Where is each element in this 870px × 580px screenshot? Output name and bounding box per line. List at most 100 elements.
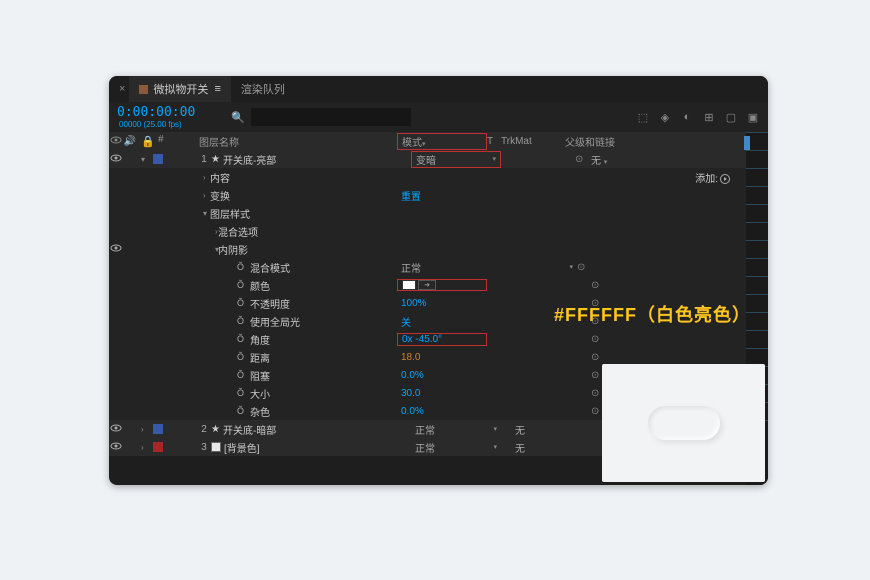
prop-value[interactable]: 18.0 bbox=[401, 352, 420, 363]
preview-button-shape bbox=[648, 406, 720, 440]
blend-mode-dropdown[interactable]: 变暗▾ bbox=[411, 151, 501, 168]
tab-render-queue[interactable]: 渲染队列 bbox=[231, 76, 295, 102]
prop-name: 角度 bbox=[250, 332, 270, 347]
graph-icon[interactable]: ⊞ bbox=[702, 110, 716, 124]
fx-visibility[interactable] bbox=[109, 243, 123, 256]
num-header: # bbox=[158, 134, 164, 148]
stopwatch-icon[interactable]: Ŏ bbox=[237, 370, 244, 380]
prop-value[interactable]: 30.0 bbox=[401, 388, 420, 399]
audio-header[interactable]: 🔊 bbox=[123, 136, 137, 147]
tab-label: 微拟物开关 bbox=[153, 81, 208, 97]
layer-name[interactable]: [背景色] bbox=[224, 440, 260, 455]
playhead-icon[interactable] bbox=[744, 136, 750, 150]
tab-label: 渲染队列 bbox=[241, 81, 285, 97]
prop-value[interactable]: 0.0% bbox=[401, 406, 424, 417]
innershadow-label: 内阴影 bbox=[218, 242, 248, 257]
expand-icon[interactable]: ▾ bbox=[141, 155, 151, 164]
eyedropper-icon[interactable]: ➜ bbox=[418, 280, 436, 290]
color-value[interactable]: ➜ bbox=[397, 279, 487, 291]
visibility-toggle[interactable] bbox=[109, 153, 123, 166]
mode-header[interactable]: 模式▾ bbox=[397, 133, 487, 150]
blendopts-label: 混合选项 bbox=[218, 224, 258, 239]
frame-blend-icon[interactable]: ◈ bbox=[658, 110, 672, 124]
stopwatch-icon[interactable]: Ŏ bbox=[237, 352, 244, 362]
motion-blur-icon[interactable]: ◐ bbox=[680, 110, 694, 124]
property-row: Ŏ 角度 0x -45.0° ⊙ bbox=[109, 330, 768, 348]
stopwatch-icon[interactable]: Ŏ bbox=[237, 406, 244, 416]
layer-number: 1 bbox=[197, 154, 211, 165]
stopwatch-icon[interactable]: Ŏ bbox=[237, 316, 244, 326]
close-icon[interactable]: × bbox=[109, 83, 129, 95]
reset-link[interactable]: 重置 bbox=[401, 188, 421, 203]
search-icon: 🔍 bbox=[231, 111, 245, 124]
expand-icon[interactable]: › bbox=[141, 425, 151, 434]
trkmat-dropdown[interactable]: 无 bbox=[515, 422, 575, 437]
stopwatch-icon[interactable]: Ŏ bbox=[237, 280, 244, 290]
pickwhip-icon[interactable]: ⊙ bbox=[591, 334, 605, 345]
label-color[interactable] bbox=[153, 154, 163, 164]
property-group[interactable]: ›混合选项 bbox=[109, 222, 768, 240]
pickwhip-icon[interactable]: ⊙ bbox=[591, 352, 605, 363]
visibility-header[interactable] bbox=[109, 135, 123, 148]
prop-name: 颜色 bbox=[250, 278, 270, 293]
parent-dropdown[interactable]: 无 ▾ bbox=[589, 152, 669, 167]
visibility-toggle[interactable] bbox=[109, 423, 123, 436]
pickwhip-icon[interactable]: ⊙ bbox=[577, 262, 591, 273]
annotation-text: #FFFFFF（白色亮色） bbox=[554, 301, 751, 327]
layerstyle-label: 图层样式 bbox=[210, 206, 250, 221]
prop-name: 混合模式 bbox=[250, 260, 290, 275]
property-group[interactable]: ▾图层样式 bbox=[109, 204, 768, 222]
name-header[interactable]: 图层名称 bbox=[197, 134, 397, 149]
property-group[interactable]: ›变换 重置 bbox=[109, 186, 768, 204]
preview-thumbnail bbox=[602, 364, 765, 482]
prop-name: 不透明度 bbox=[250, 296, 290, 311]
solid-icon bbox=[211, 442, 221, 452]
draft-icon[interactable]: ▢ bbox=[724, 110, 738, 124]
visibility-toggle[interactable] bbox=[109, 441, 123, 454]
tab-composition[interactable]: 微拟物开关 ≡ bbox=[129, 76, 230, 102]
lock-header[interactable]: 🔒 bbox=[141, 134, 155, 148]
property-group[interactable]: ▾内阴影 bbox=[109, 240, 768, 258]
search-input[interactable] bbox=[251, 108, 411, 126]
stopwatch-icon[interactable]: Ŏ bbox=[237, 334, 244, 344]
render-icon[interactable]: ▣ bbox=[746, 110, 760, 124]
prop-name: 阻塞 bbox=[250, 368, 270, 383]
prop-value[interactable]: 0.0% bbox=[401, 370, 424, 381]
prop-value[interactable]: 关 bbox=[401, 314, 411, 329]
prop-dropdown[interactable]: 正常▾ bbox=[397, 260, 577, 275]
transform-label: 变换 bbox=[210, 188, 230, 203]
layer-number: 2 bbox=[197, 424, 211, 435]
prop-name: 杂色 bbox=[250, 404, 270, 419]
parent-header: 父级和链接 bbox=[561, 134, 691, 149]
property-row: Ŏ 颜色 ➜ ⊙ bbox=[109, 276, 768, 294]
prop-value[interactable]: 100% bbox=[401, 298, 427, 309]
prop-name: 使用全局光 bbox=[250, 314, 300, 329]
layer-row[interactable]: ▾ 1 ★开关底-亮部 变暗▾ ⊙ 无 ▾ bbox=[109, 150, 768, 168]
prop-name: 大小 bbox=[250, 386, 270, 401]
add-control[interactable]: 添加: bbox=[695, 170, 730, 185]
contents-label: 内容 bbox=[210, 170, 230, 185]
layer-name[interactable]: 开关底-亮部 bbox=[223, 152, 276, 167]
label-color[interactable] bbox=[153, 424, 163, 434]
trkmat-header[interactable]: TrkMat bbox=[501, 136, 561, 147]
prop-value[interactable]: 0x -45.0° bbox=[402, 334, 442, 345]
pickwhip-icon[interactable]: ⊙ bbox=[575, 154, 589, 165]
current-time[interactable]: 0:00:00:00 bbox=[117, 105, 195, 120]
property-group[interactable]: ›内容 添加: bbox=[109, 168, 768, 186]
play-icon[interactable] bbox=[720, 174, 730, 184]
expand-icon[interactable]: › bbox=[141, 443, 151, 452]
prop-name: 距离 bbox=[250, 350, 270, 365]
layer-name[interactable]: 开关底-暗部 bbox=[223, 422, 276, 437]
stopwatch-icon[interactable]: Ŏ bbox=[237, 262, 244, 272]
blend-mode-dropdown[interactable]: 正常▾ bbox=[411, 440, 501, 455]
pickwhip-icon[interactable]: ⊙ bbox=[591, 280, 605, 291]
label-color[interactable] bbox=[153, 442, 163, 452]
column-headers: 🔊 🔒 # 图层名称 模式▾ T TrkMat 父级和链接 bbox=[109, 132, 768, 150]
blend-mode-dropdown[interactable]: 正常▾ bbox=[411, 422, 501, 437]
color-swatch[interactable] bbox=[402, 280, 416, 290]
shy-icon[interactable]: ⬚ bbox=[636, 110, 650, 124]
stopwatch-icon[interactable]: Ŏ bbox=[237, 298, 244, 308]
timeline-panel: × 微拟物开关 ≡ 渲染队列 0:00:00:00 00000 (25.00 f… bbox=[109, 76, 768, 485]
stopwatch-icon[interactable]: Ŏ bbox=[237, 388, 244, 398]
trkmat-dropdown[interactable]: 无 bbox=[515, 440, 575, 455]
